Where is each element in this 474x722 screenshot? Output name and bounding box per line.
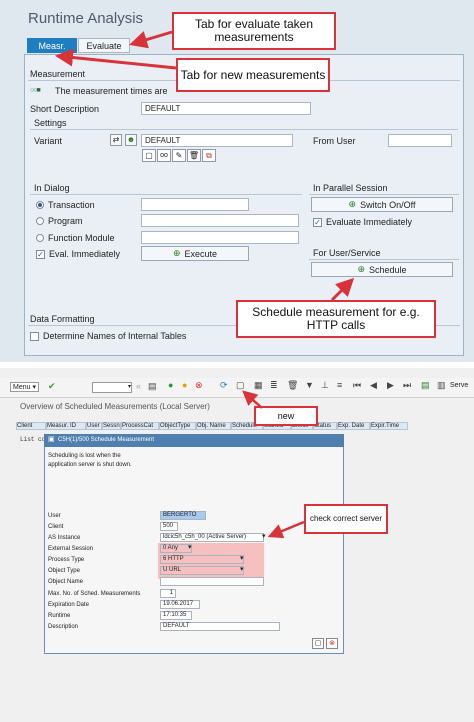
arrow-to-measure-tab: [55, 48, 177, 70]
callout-arrows-bottom: [242, 390, 305, 539]
callout-arrows: [55, 30, 355, 302]
arrow-to-evaluate-tab: [129, 30, 173, 49]
arrow-to-server: [267, 520, 305, 539]
scheduled-measurements-panel: Menu ▾ ✔ ▾ « ▤ ● ● ⊗ ⟳ ▢ ▦ ≣ 🗑 ▼ ⊥ ≡ ⏮ ◀…: [0, 368, 474, 722]
arrow-to-schedule: [330, 277, 355, 302]
runtime-analysis-panel: Runtime Analysis Measr. Evaluate Measure…: [0, 0, 474, 362]
arrow-to-new-icon: [242, 390, 263, 409]
